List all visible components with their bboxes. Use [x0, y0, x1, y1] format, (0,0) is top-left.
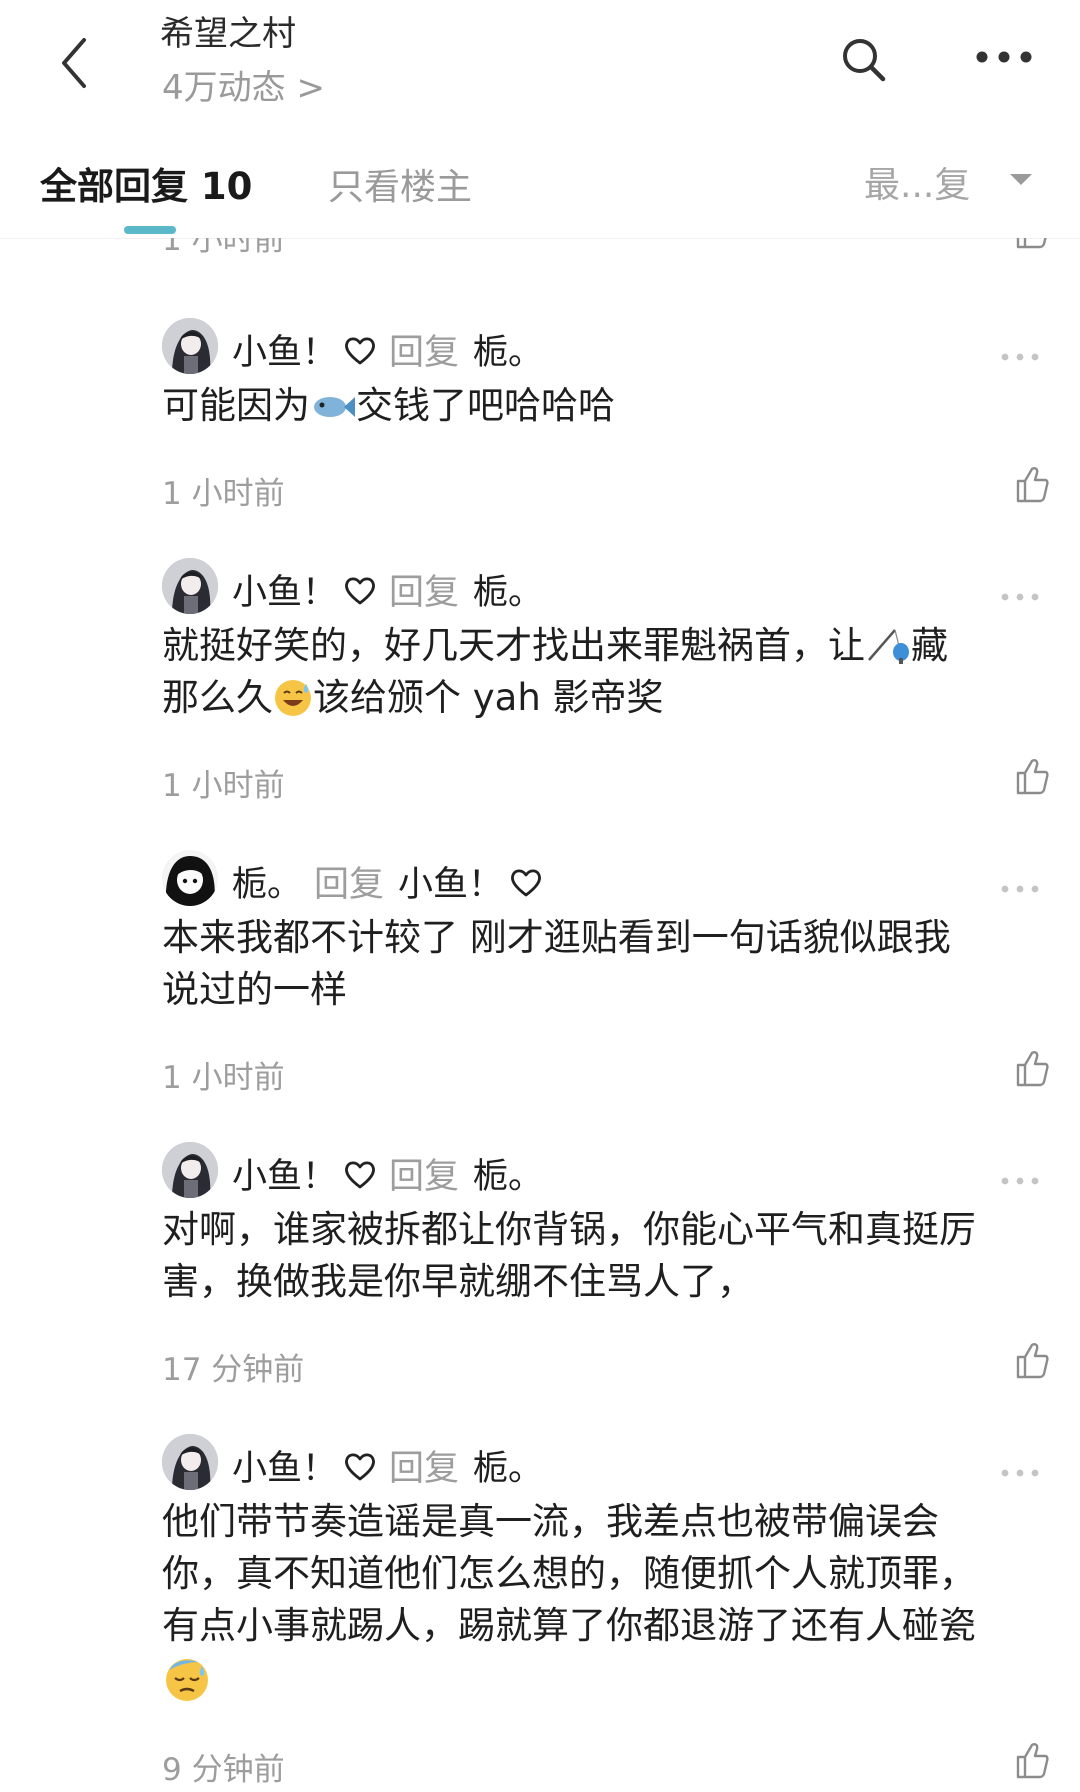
- reply-label: 回复: [314, 865, 385, 905]
- comment-more-icon[interactable]: [1000, 884, 1040, 894]
- reply-label: 回复: [389, 333, 460, 373]
- top-nav-bar: 希望之村 4万动态 >: [0, 0, 1080, 115]
- author-name[interactable]: 栀。: [232, 856, 302, 907]
- comment-text-line: 他们带节奏造谣是真一流，我差点也被带偏误会: [162, 1500, 939, 1543]
- reply-label: 回复: [389, 573, 460, 613]
- heart-icon: [345, 1160, 375, 1188]
- comment-text-line: 你，真不知道他们怎么想的，随便抓个人就顶罪，: [162, 1552, 976, 1595]
- heart-icon: [511, 868, 542, 896]
- comment-time: 1 小时前: [162, 768, 285, 804]
- comment-text-line: 说过的一样: [162, 968, 347, 1011]
- comment-text-line: 本来我都不计较了 刚才逛贴看到一句话貌似跟我: [162, 916, 951, 959]
- reply-target-name[interactable]: 栀。: [473, 324, 543, 375]
- comment-time: 1 小时前: [162, 1060, 285, 1096]
- comment-more-icon[interactable]: [1000, 352, 1040, 362]
- comment-text[interactable]: 本来我都不计较了 刚才逛贴看到一句话貌似跟我 说过的一样: [162, 912, 1042, 1016]
- comment-time: 1 小时前: [162, 476, 285, 512]
- avatar[interactable]: [162, 1434, 218, 1490]
- comment-more-icon[interactable]: [1000, 1468, 1040, 1478]
- chevron-left-icon: [62, 38, 86, 88]
- reply-label: 回复: [389, 1449, 460, 1489]
- thumbs-up-icon[interactable]: [1010, 464, 1050, 504]
- avatar[interactable]: [162, 318, 218, 374]
- comment-text[interactable]: 他们带节奏造谣是真一流，我差点也被带偏误会 你，真不知道他们怎么想的，随便抓个人…: [162, 1496, 1042, 1704]
- comment-text[interactable]: 就挺好笑的，好几天才找出来罪魁祸首，让 藏 那么久 该给颁个 yah 影帝奖: [162, 620, 1042, 724]
- page-title[interactable]: 希望之村: [160, 6, 296, 55]
- comment-text-part: 该给颁个 yah 影帝奖: [313, 676, 664, 719]
- heart-icon: [345, 576, 375, 604]
- reply-label: 回复: [389, 1157, 460, 1197]
- heart-icon: [345, 1452, 375, 1480]
- back-button[interactable]: [50, 28, 110, 98]
- comment-time: 17 分钟前: [162, 1352, 305, 1388]
- comment-meta: 栀。 回复 小鱼！: [232, 856, 543, 907]
- comment-more-icon[interactable]: [1000, 1176, 1040, 1186]
- search-button[interactable]: [838, 34, 890, 86]
- downcast-sweat-emoji-icon: [166, 1659, 208, 1701]
- comment-text[interactable]: 可能因为 交钱了吧哈哈哈: [162, 380, 1042, 432]
- avatar[interactable]: [162, 850, 218, 906]
- ellipsis-icon: [976, 51, 1032, 63]
- thumbs-up-icon[interactable]: [1010, 238, 1050, 250]
- comment-meta: 小鱼！ 回复 栀。: [232, 1440, 543, 1491]
- comment-text-part: 交钱了吧哈哈哈: [356, 384, 615, 427]
- caret-down-icon[interactable]: [1010, 174, 1032, 185]
- comment-meta: 小鱼！ 回复 栀。: [232, 324, 543, 375]
- reply-target-name[interactable]: 栀。: [473, 1440, 543, 1491]
- reply-target-name[interactable]: 小鱼！: [398, 856, 503, 907]
- comment-meta: 小鱼！ 回复 栀。: [232, 1148, 543, 1199]
- comment-time: 9 分钟前: [162, 1752, 285, 1788]
- comment-text-line: 有点小事就踢人，踢就算了你都退游了还有人碰瓷: [162, 1604, 976, 1647]
- thumbs-up-icon[interactable]: [1010, 1048, 1050, 1088]
- tab-owner-only[interactable]: 只看楼主: [328, 158, 472, 210]
- comment-text[interactable]: 对啊，谁家被拆都让你背锅，你能心平气和真挺厉 害，换做我是你早就绷不住骂人了，: [162, 1204, 1042, 1308]
- author-name[interactable]: 小鱼！: [232, 1148, 337, 1199]
- author-name[interactable]: 小鱼！: [232, 324, 337, 375]
- thumbs-up-icon[interactable]: [1010, 1740, 1050, 1780]
- heart-icon: [345, 336, 375, 364]
- avatar[interactable]: [162, 558, 218, 614]
- thumbs-up-icon[interactable]: [1010, 1340, 1050, 1380]
- author-name[interactable]: 小鱼！: [232, 564, 337, 615]
- sweat-smile-emoji-icon: [275, 680, 311, 716]
- sort-dropdown[interactable]: 最...复: [864, 156, 970, 208]
- comment-text-line: 害，换做我是你早就绷不住骂人了，: [162, 1260, 754, 1303]
- post-count-link[interactable]: 4万动态 >: [162, 60, 325, 109]
- more-options-button[interactable]: [972, 42, 1036, 72]
- fishing-pole-emoji-icon: [868, 629, 909, 664]
- comment-text-part: 藏: [911, 624, 948, 667]
- comment-time: 1 小时前: [162, 238, 285, 258]
- reply-list: 1 小时前 小鱼！ 回复 栀。 可能因为 交钱了吧哈哈哈 1 小时前 小鱼！ 回复…: [0, 238, 1080, 1792]
- comment-text-part: 就挺好笑的，好几天才找出来罪魁祸首，让: [162, 624, 865, 667]
- avatar[interactable]: [162, 1142, 218, 1198]
- search-icon: [843, 39, 886, 82]
- reply-target-name[interactable]: 栀。: [473, 564, 543, 615]
- tab-all-replies[interactable]: 全部回复 10: [40, 156, 252, 210]
- reply-filter-bar: 全部回复 10 只看楼主 最...复: [0, 118, 1080, 239]
- comment-text-part: 可能因为: [162, 384, 310, 427]
- comment-more-icon[interactable]: [1000, 592, 1040, 602]
- thumbs-up-icon[interactable]: [1010, 756, 1050, 796]
- comment-meta: 小鱼！ 回复 栀。: [232, 564, 543, 615]
- reply-target-name[interactable]: 栀。: [473, 1148, 543, 1199]
- comment-text-line: 对啊，谁家被拆都让你背锅，你能心平气和真挺厉: [162, 1208, 976, 1251]
- fish-emoji-icon: [314, 397, 355, 417]
- comment-text-part: 那么久: [162, 676, 273, 719]
- author-name[interactable]: 小鱼！: [232, 1440, 337, 1491]
- active-tab-indicator: [124, 226, 176, 234]
